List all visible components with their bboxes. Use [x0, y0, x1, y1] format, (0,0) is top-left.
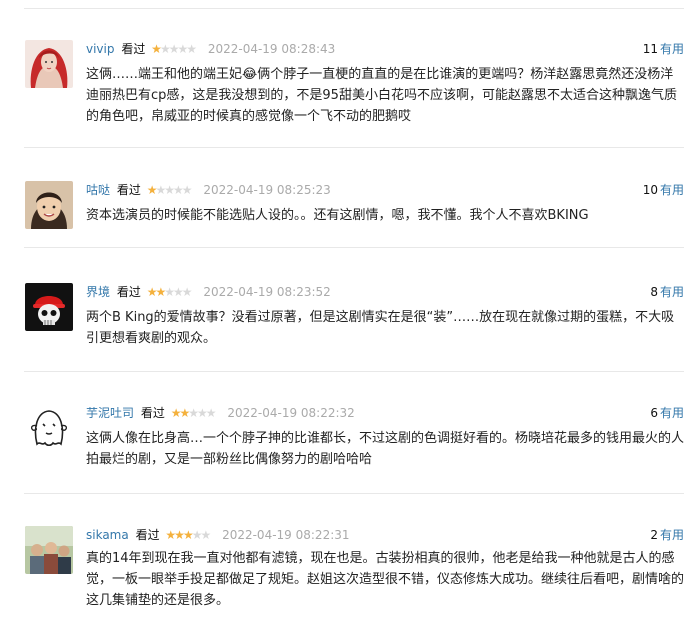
useful-votes: 10 有用: [643, 181, 684, 199]
star-icon: ★: [155, 285, 166, 299]
star-icon: ★: [177, 42, 188, 56]
username-link[interactable]: 芋泥吐司: [86, 406, 134, 420]
comment-meta: sikama 看过 ★★★★★ 2022-04-19 08:22:31: [86, 526, 350, 544]
rating-stars: ★★★★★: [171, 404, 217, 422]
vote-count: 2: [650, 528, 658, 542]
divider: [24, 8, 684, 9]
divider: [24, 247, 684, 248]
star-icon: ★: [182, 528, 194, 542]
watch-status: 看过: [116, 183, 141, 197]
star-icon: ★: [174, 528, 185, 542]
star-icon: ★: [200, 528, 211, 542]
useful-button[interactable]: 有用: [660, 42, 684, 56]
divider: [24, 493, 684, 494]
comment-time: 2022-04-19 08:25:23: [203, 183, 331, 197]
star-icon: ★: [172, 183, 184, 197]
star-icon: ★: [196, 406, 208, 420]
watch-status: 看过: [116, 285, 141, 299]
star-icon: ★: [172, 285, 184, 299]
vote-count: 8: [650, 285, 658, 299]
star-icon: ★: [164, 183, 175, 197]
rating-stars: ★★★★★: [147, 283, 193, 301]
vote-count: 10: [642, 183, 658, 197]
watch-status: 看过: [121, 42, 146, 56]
watch-status: 看过: [135, 528, 160, 542]
star-icon: ★: [181, 183, 193, 197]
rating-stars: ★★★★★: [165, 526, 211, 544]
useful-button[interactable]: 有用: [660, 183, 684, 197]
star-icon: ★: [205, 406, 217, 420]
comment-text: 这俩……端王和他的端王妃😂俩个脖子一直梗的直直的是在比谁演的更端吗？杨洋赵露思竟…: [86, 67, 677, 124]
star-icon: ★: [181, 285, 193, 299]
comment-meta: 芋泥吐司 看过 ★★★★★ 2022-04-19 08:22:32: [86, 404, 355, 422]
useful-votes: 2 有用: [650, 526, 684, 544]
rating-stars: ★★★★★: [147, 181, 193, 199]
comment-text: 这俩人像在比身高…一个个脖子抻的比谁都长，不过这剧的色调挺好看的。杨晓培花最多的…: [86, 431, 685, 467]
vote-count: 6: [650, 406, 658, 420]
avatar[interactable]: [25, 40, 73, 88]
comment-time: 2022-04-19 08:22:31: [222, 528, 350, 542]
useful-button[interactable]: 有用: [660, 528, 684, 542]
username-link[interactable]: sikama: [86, 528, 129, 542]
star-icon: ★: [159, 42, 171, 56]
avatar[interactable]: [25, 283, 73, 331]
rating-stars: ★★★★★: [151, 40, 197, 58]
avatar[interactable]: [25, 526, 73, 574]
watch-status: 看过: [140, 406, 165, 420]
username-link[interactable]: 界境: [86, 285, 110, 299]
useful-button[interactable]: 有用: [660, 406, 684, 420]
star-icon: ★: [179, 406, 190, 420]
useful-votes: 6 有用: [650, 404, 684, 422]
star-icon: ★: [186, 42, 197, 56]
username-link[interactable]: 咕哒: [86, 183, 110, 197]
comment-text: 真的14年到现在我一直对他都有滤镜，现在也是。古装扮相真的很帅，他老是给我一种他…: [86, 551, 685, 608]
username-link[interactable]: vivip: [86, 42, 115, 56]
divider: [24, 147, 684, 148]
vote-count: 11: [642, 42, 658, 56]
comment-meta: 咕哒 看过 ★★★★★ 2022-04-19 08:25:23: [86, 181, 331, 199]
comment-time: 2022-04-19 08:22:32: [227, 406, 355, 420]
useful-votes: 8 有用: [650, 283, 684, 301]
comment-list: vivip 看过 ★★★★★ 2022-04-19 08:28:43 11 有用 …: [0, 0, 700, 630]
comment-meta: vivip 看过 ★★★★★ 2022-04-19 08:28:43: [86, 40, 335, 58]
useful-button[interactable]: 有用: [660, 285, 684, 299]
star-icon: ★: [151, 42, 162, 56]
star-icon: ★: [164, 285, 175, 299]
comment-meta: 界境 看过 ★★★★★ 2022-04-19 08:23:52: [86, 283, 331, 301]
avatar[interactable]: [25, 181, 73, 229]
avatar[interactable]: [25, 404, 73, 452]
comment-text: 资本选演员的时候能不能选贴人设的。。还有这剧情，嗯，我不懂。我个人不喜欢BKIN…: [86, 208, 589, 223]
useful-votes: 11 有用: [643, 40, 684, 58]
comment-time: 2022-04-19 08:23:52: [203, 285, 331, 299]
divider: [24, 371, 684, 372]
comment-time: 2022-04-19 08:28:43: [207, 42, 336, 56]
comment-text: 两个B King的爱情故事？没看过原著，但是这剧情实在是很“装”……放在现在就像…: [86, 310, 675, 346]
star-icon: ★: [188, 406, 199, 420]
star-icon: ★: [165, 528, 176, 542]
star-icon: ★: [155, 183, 166, 197]
